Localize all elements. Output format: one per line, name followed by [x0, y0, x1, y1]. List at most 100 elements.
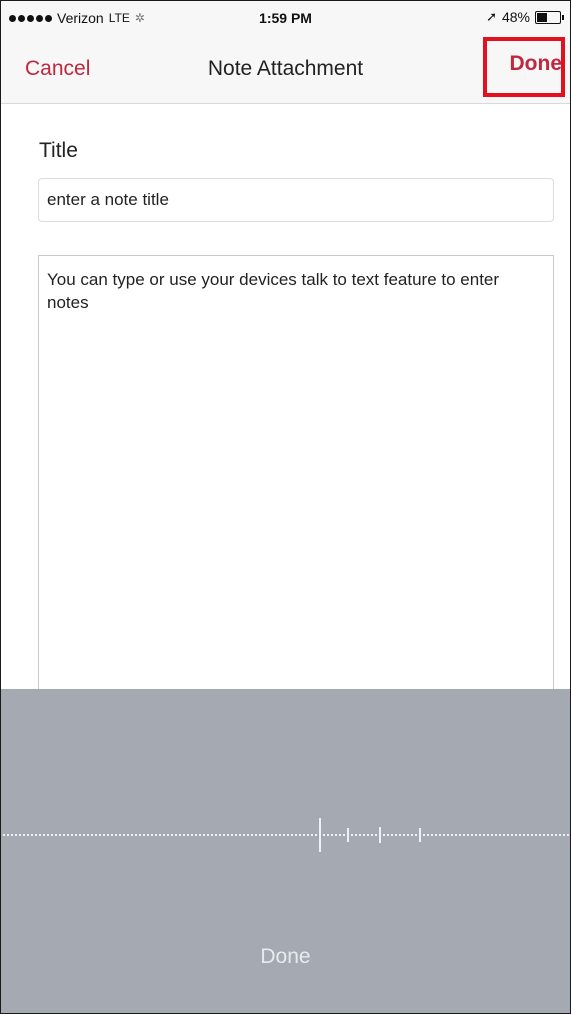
- waveform-bar: [535, 834, 537, 836]
- waveform-bar: [215, 834, 217, 836]
- waveform-bar: [179, 834, 181, 836]
- waveform-bar: [99, 834, 101, 836]
- waveform-bar: [523, 834, 525, 836]
- waveform-bar: [551, 834, 553, 836]
- waveform-bar: [495, 834, 497, 836]
- waveform-bar: [399, 834, 401, 836]
- waveform-bar: [87, 834, 89, 836]
- waveform-bar: [75, 834, 77, 836]
- waveform-bar: [95, 834, 97, 836]
- waveform-bar: [243, 834, 245, 836]
- waveform-bar: [315, 834, 317, 836]
- waveform-bar: [51, 834, 53, 836]
- waveform-bar: [539, 834, 541, 836]
- waveform-bar: [391, 834, 393, 836]
- waveform-bar: [183, 834, 185, 836]
- waveform-bar: [375, 834, 377, 836]
- screen: Verizon LTE ✲ 1:59 PM ➚ 48% Cancel Note …: [0, 0, 571, 1014]
- waveform-bar: [291, 834, 293, 836]
- waveform-bar: [339, 834, 341, 836]
- waveform-bar: [31, 834, 33, 836]
- navigation-bar: Cancel Note Attachment Done: [1, 35, 570, 104]
- waveform-bar: [547, 834, 549, 836]
- waveform-bar: [71, 834, 73, 836]
- waveform-bar: [451, 834, 453, 836]
- waveform-bar: [195, 834, 197, 836]
- waveform-bar: [319, 818, 321, 852]
- waveform-bar: [463, 834, 465, 836]
- waveform-bar: [203, 834, 205, 836]
- notes-textarea[interactable]: You can type or use your devices talk to…: [38, 255, 554, 725]
- waveform-bar: [79, 834, 81, 836]
- waveform-bar: [251, 834, 253, 836]
- waveform-bar: [259, 834, 261, 836]
- waveform-bar: [347, 828, 349, 842]
- waveform-bar: [247, 834, 249, 836]
- waveform-bar: [351, 834, 353, 836]
- waveform-bar: [303, 834, 305, 836]
- waveform-bar: [311, 834, 313, 836]
- waveform-bar: [295, 834, 297, 836]
- waveform-bar: [263, 834, 265, 836]
- waveform-bar: [131, 834, 133, 836]
- waveform-bar: [59, 834, 61, 836]
- waveform-bar: [231, 834, 233, 836]
- waveform-bar: [187, 834, 189, 836]
- waveform-bar: [35, 834, 37, 836]
- waveform-bar: [423, 834, 425, 836]
- waveform-bar: [359, 834, 361, 836]
- waveform-bar: [151, 834, 153, 836]
- waveform-bar: [467, 834, 469, 836]
- waveform-bar: [343, 834, 345, 836]
- waveform-bar: [431, 834, 433, 836]
- waveform-bar: [239, 834, 241, 836]
- dictation-done-button[interactable]: Done: [1, 945, 570, 969]
- waveform-bar: [43, 834, 45, 836]
- waveform-bar: [439, 834, 441, 836]
- waveform-bar: [11, 834, 13, 836]
- waveform-bar: [155, 834, 157, 836]
- waveform-bar: [355, 834, 357, 836]
- waveform-bar: [207, 834, 209, 836]
- battery-fill: [537, 12, 547, 22]
- waveform-bar: [415, 834, 417, 836]
- waveform-bar: [223, 834, 225, 836]
- waveform-bar: [455, 834, 457, 836]
- waveform-bar: [107, 834, 109, 836]
- waveform-bar: [483, 834, 485, 836]
- done-button[interactable]: Done: [510, 52, 563, 76]
- waveform-bar: [331, 834, 333, 836]
- waveform-bar: [503, 834, 505, 836]
- waveform-bar: [139, 834, 141, 836]
- waveform-bar: [479, 834, 481, 836]
- waveform-bar: [15, 834, 17, 836]
- waveform-bar: [563, 834, 565, 836]
- waveform-bar: [411, 834, 413, 836]
- waveform-bar: [255, 834, 257, 836]
- waveform-bar: [287, 834, 289, 836]
- waveform-bar: [435, 834, 437, 836]
- waveform-bar: [419, 828, 421, 842]
- waveform-bar: [279, 834, 281, 836]
- waveform-bar: [119, 834, 121, 836]
- waveform-bar: [363, 834, 365, 836]
- waveform-bar: [159, 834, 161, 836]
- waveform-bar: [427, 834, 429, 836]
- waveform-bar: [23, 834, 25, 836]
- waveform-bar: [147, 834, 149, 836]
- title-input[interactable]: [38, 178, 554, 222]
- location-arrow-icon: ➚: [486, 9, 497, 24]
- waveform-bar: [475, 834, 477, 836]
- waveform-bar: [211, 834, 213, 836]
- waveform-bar: [63, 834, 65, 836]
- battery-tip: [562, 14, 564, 20]
- waveform-bar: [367, 834, 369, 836]
- waveform-bar: [199, 834, 201, 836]
- waveform-bar: [191, 834, 193, 836]
- waveform-bar: [91, 834, 93, 836]
- waveform-bar: [447, 834, 449, 836]
- waveform-bar: [371, 834, 373, 836]
- waveform-bar: [555, 834, 557, 836]
- waveform-bar: [283, 834, 285, 836]
- waveform-bar: [499, 834, 501, 836]
